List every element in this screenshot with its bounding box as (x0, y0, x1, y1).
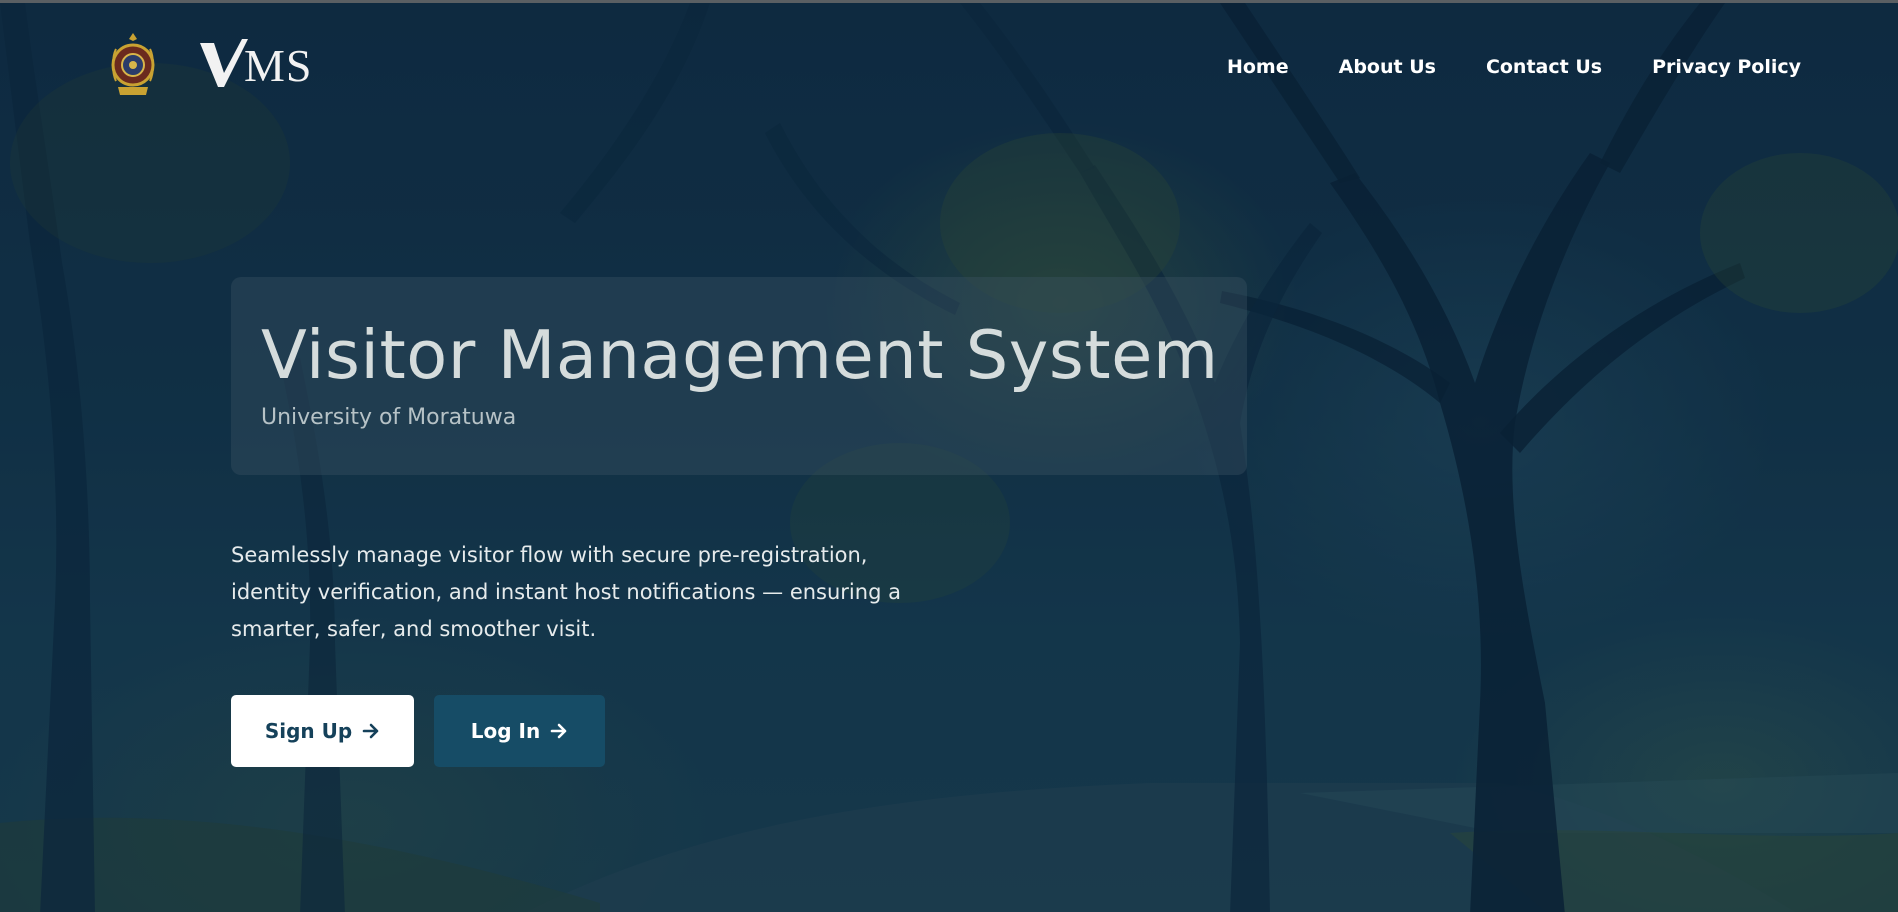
arrow-right-icon (362, 723, 379, 739)
log-in-label: Log In (470, 719, 541, 743)
nav-home[interactable]: Home (1227, 54, 1289, 80)
nav-privacy-policy[interactable]: Privacy Policy (1652, 54, 1801, 80)
sign-up-button[interactable]: Sign Up (231, 695, 414, 767)
log-in-button[interactable]: Log In (434, 695, 605, 767)
site-header: MS Home About Us Contact Us Privacy Poli… (0, 3, 1898, 123)
arrow-right-icon (550, 723, 567, 739)
hero-card: Visitor Management System University of … (231, 277, 1247, 475)
hero-title: Visitor Management System (261, 316, 1219, 394)
hero-subtitle: University of Moratuwa (261, 405, 517, 430)
landing-page: MS Home About Us Contact Us Privacy Poli… (0, 0, 1898, 912)
hero-description: Seamlessly manage visitor flow with secu… (231, 543, 901, 641)
nav-contact-us[interactable]: Contact Us (1486, 54, 1602, 80)
nav-about-us[interactable]: About Us (1339, 54, 1436, 80)
university-crest-icon (111, 33, 155, 95)
main-nav: Home About Us Contact Us Privacy Policy (1227, 54, 1801, 80)
sign-up-label: Sign Up (264, 719, 353, 743)
brand-text: MS (244, 40, 313, 91)
